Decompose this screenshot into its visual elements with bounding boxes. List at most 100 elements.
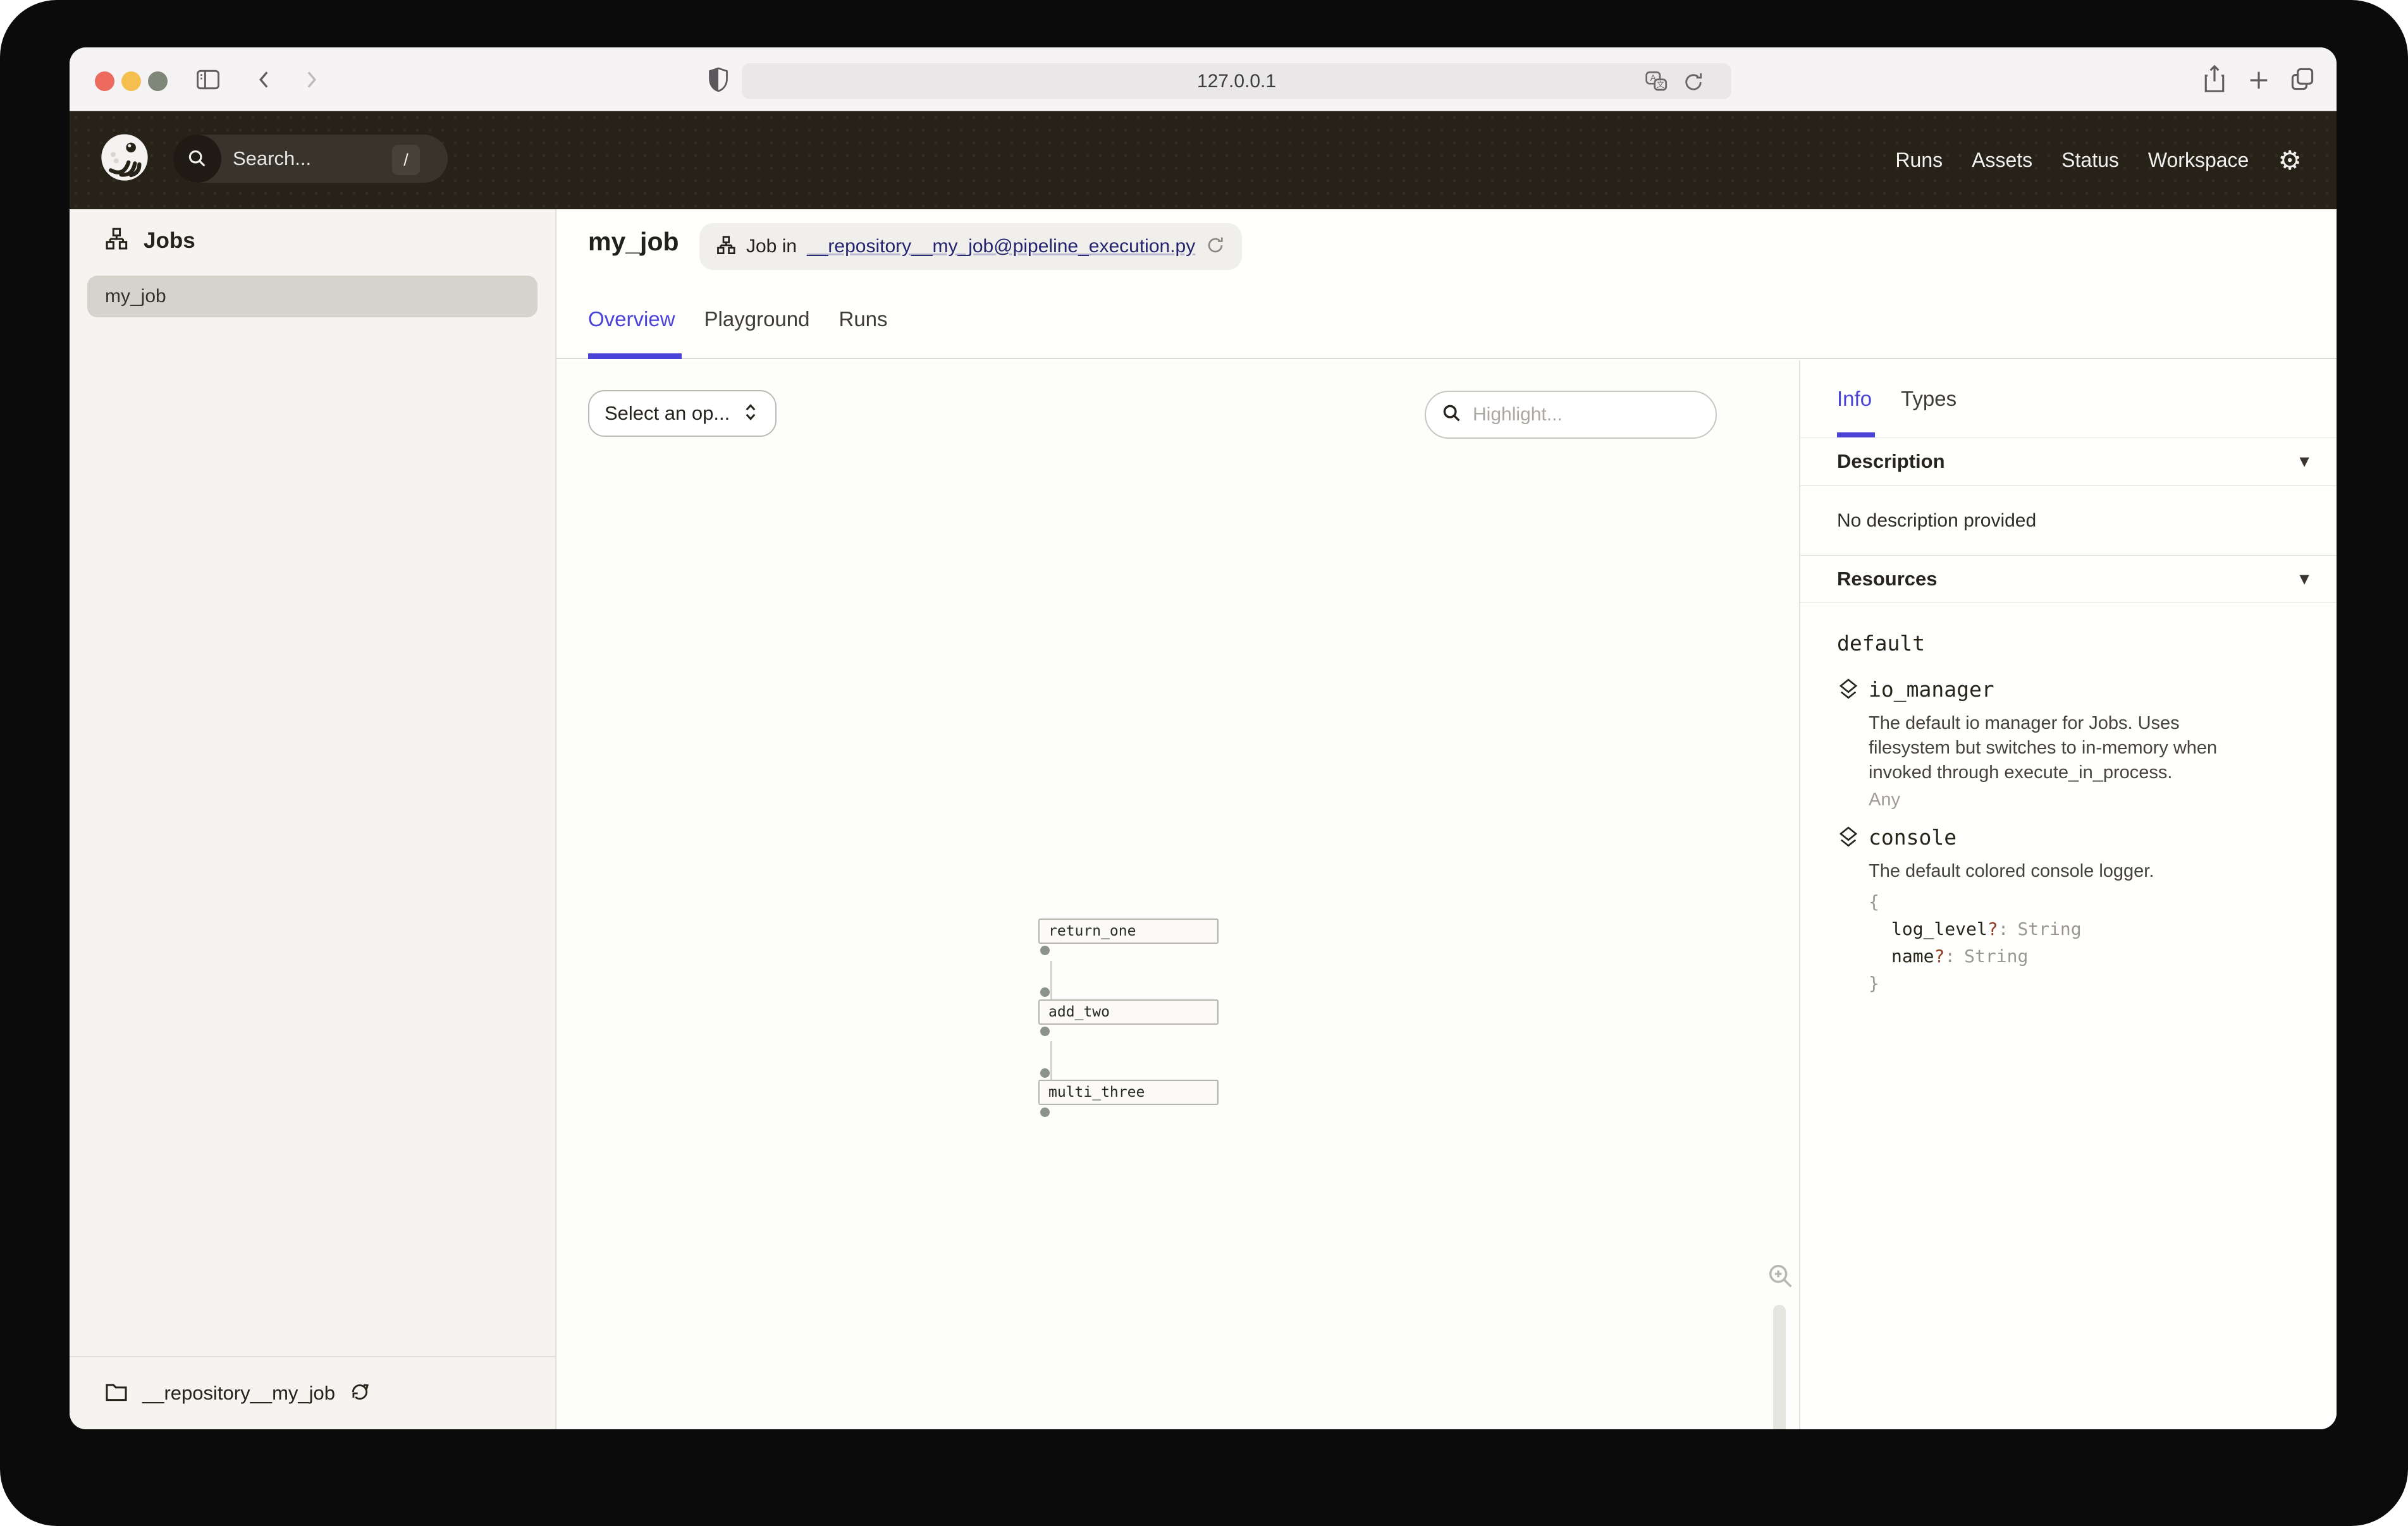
brace-open: { [1869,888,2082,915]
reload-repository-icon[interactable] [1205,235,1226,259]
highlight-input[interactable] [1473,404,1681,425]
dagster-app-bar: / Runs Assets Status Workspace ⚙ [70,111,2337,209]
zoom-window-button[interactable] [148,71,168,91]
content: Jobs my_job __repository__my_job [70,209,2337,1429]
field-colon: : [1944,946,1955,967]
op-node-multi-three[interactable]: multi_three [1038,1080,1219,1105]
repository-link[interactable]: __repository__my_job@pipeline_execution.… [807,236,1195,257]
zoom-slider-track[interactable] [1773,1305,1786,1429]
nav-status[interactable]: Status [2061,149,2119,172]
sidebar-title: Jobs [144,228,195,253]
screenshot-stage: 127.0.0.1 A 文 [0,0,2408,1526]
sidebar-item-label: my_job [105,286,166,307]
gear-icon[interactable]: ⚙ [2278,147,2302,174]
translate-icon[interactable]: A 文 [1644,70,1669,96]
browser-window: 127.0.0.1 A 文 [70,47,2337,1429]
url-text: 127.0.0.1 [742,63,1731,99]
zoom-in-icon[interactable] [1766,1262,1795,1294]
resource-description: The default colored console logger. [1869,859,2223,884]
field-name: log_level [1891,919,1987,939]
nav-workspace[interactable]: Workspace [2148,149,2249,172]
dagster-logo[interactable] [100,133,149,182]
forward-icon[interactable] [298,67,324,92]
privacy-shield-icon[interactable] [707,64,730,98]
search-icon [173,135,221,183]
field-optional: ? [1934,946,1944,967]
info-panel-tabs: Info Types [1800,360,2337,437]
edge-return-one-add-two [1050,961,1052,999]
tab-overview-icon[interactable] [2288,65,2317,93]
op-node-label: return_one [1048,923,1136,939]
resource-group: default [1837,631,1925,656]
workflow-icon [104,227,128,254]
sidebar-item-my-job[interactable]: my_job [87,276,538,317]
resource-description: The default io manager for Jobs. Uses fi… [1869,711,2223,785]
nav-runs[interactable]: Runs [1895,149,1943,172]
op-node-return-one[interactable]: return_one [1038,919,1219,944]
active-tab-indicator [1837,432,1875,437]
field-name: name [1891,946,1934,967]
resources-section-header[interactable]: Resources ▼ [1800,556,2337,602]
page-title: my_job [588,227,679,257]
info-panel: Info Types Description ▼ No description … [1799,360,2337,1429]
tab-runs[interactable]: Runs [838,307,887,331]
global-search[interactable]: / [173,135,448,183]
search-icon [1441,403,1463,427]
resource-type: Any [1869,790,1900,810]
reload-icon[interactable] [1682,71,1705,97]
resource-name: io_manager [1869,677,1994,702]
job-main: my_job Job in __repository__my_job@pipel… [556,209,2337,1429]
refresh-icon[interactable] [349,1381,371,1406]
app-nav: Runs Assets Status Workspace ⚙ [1895,111,2302,209]
new-tab-icon[interactable] [2246,68,2271,93]
active-tab-indicator [588,353,682,359]
tab-playground[interactable]: Playground [704,307,810,331]
tab-types[interactable]: Types [1901,387,1956,411]
section-title: Description [1837,450,1945,473]
search-input[interactable] [233,147,384,170]
op-node-label: multi_three [1048,1084,1145,1101]
resource-name: console [1869,825,1956,850]
svg-text:文: 文 [1657,80,1664,89]
resource-config-schema: { log_level?:String name?:String } [1869,888,2082,997]
input-port [1040,1068,1050,1078]
repository-footer[interactable]: __repository__my_job [70,1356,555,1429]
tab-info[interactable]: Info [1837,387,1872,411]
op-node-add-two[interactable]: add_two [1038,999,1219,1025]
badge-prefix: Job in [746,236,797,257]
share-icon[interactable] [2201,64,2228,94]
job-origin-badge: Job in __repository__my_job@pipeline_exe… [699,223,1242,270]
resource-icon [1837,677,1860,705]
sidebar-toggle-icon[interactable] [194,66,223,94]
op-node-label: add_two [1048,1004,1110,1020]
description-section-header[interactable]: Description ▼ [1800,437,2337,486]
nav-assets[interactable]: Assets [1972,149,2032,172]
folder-icon [104,1381,128,1406]
field-colon: : [1998,919,2009,939]
search-shortcut-badge: / [392,145,420,175]
field-type: String [2008,919,2081,939]
address-bar[interactable]: 127.0.0.1 A 文 [742,63,1731,99]
select-op-label: Select an op... [605,402,730,425]
highlight-search[interactable] [1425,391,1717,439]
tab-overview[interactable]: Overview [588,307,675,331]
workflow-icon [716,235,736,259]
select-op-dropdown[interactable]: Select an op... [588,390,777,437]
field-type: String [1955,946,2028,967]
jobs-sidebar: Jobs my_job __repository__my_job [70,209,556,1429]
op-graph-pane[interactable]: Select an op... [556,360,1799,1429]
back-icon[interactable] [252,67,277,92]
brace-close: } [1869,970,2082,997]
close-window-button[interactable] [95,71,114,91]
description-body: No description provided [1800,486,2337,556]
resource-icon [1837,825,1860,853]
repository-name: __repository__my_job [142,1382,335,1405]
chevron-up-down-icon [741,401,760,426]
input-port [1040,987,1050,997]
output-port [1040,946,1050,955]
job-tabs: Overview Playground Runs [588,307,888,331]
edge-add-two-multi-three [1050,1041,1052,1080]
description-text: No description provided [1837,510,2036,532]
output-port [1040,1108,1050,1117]
minimize-window-button[interactable] [121,71,141,91]
